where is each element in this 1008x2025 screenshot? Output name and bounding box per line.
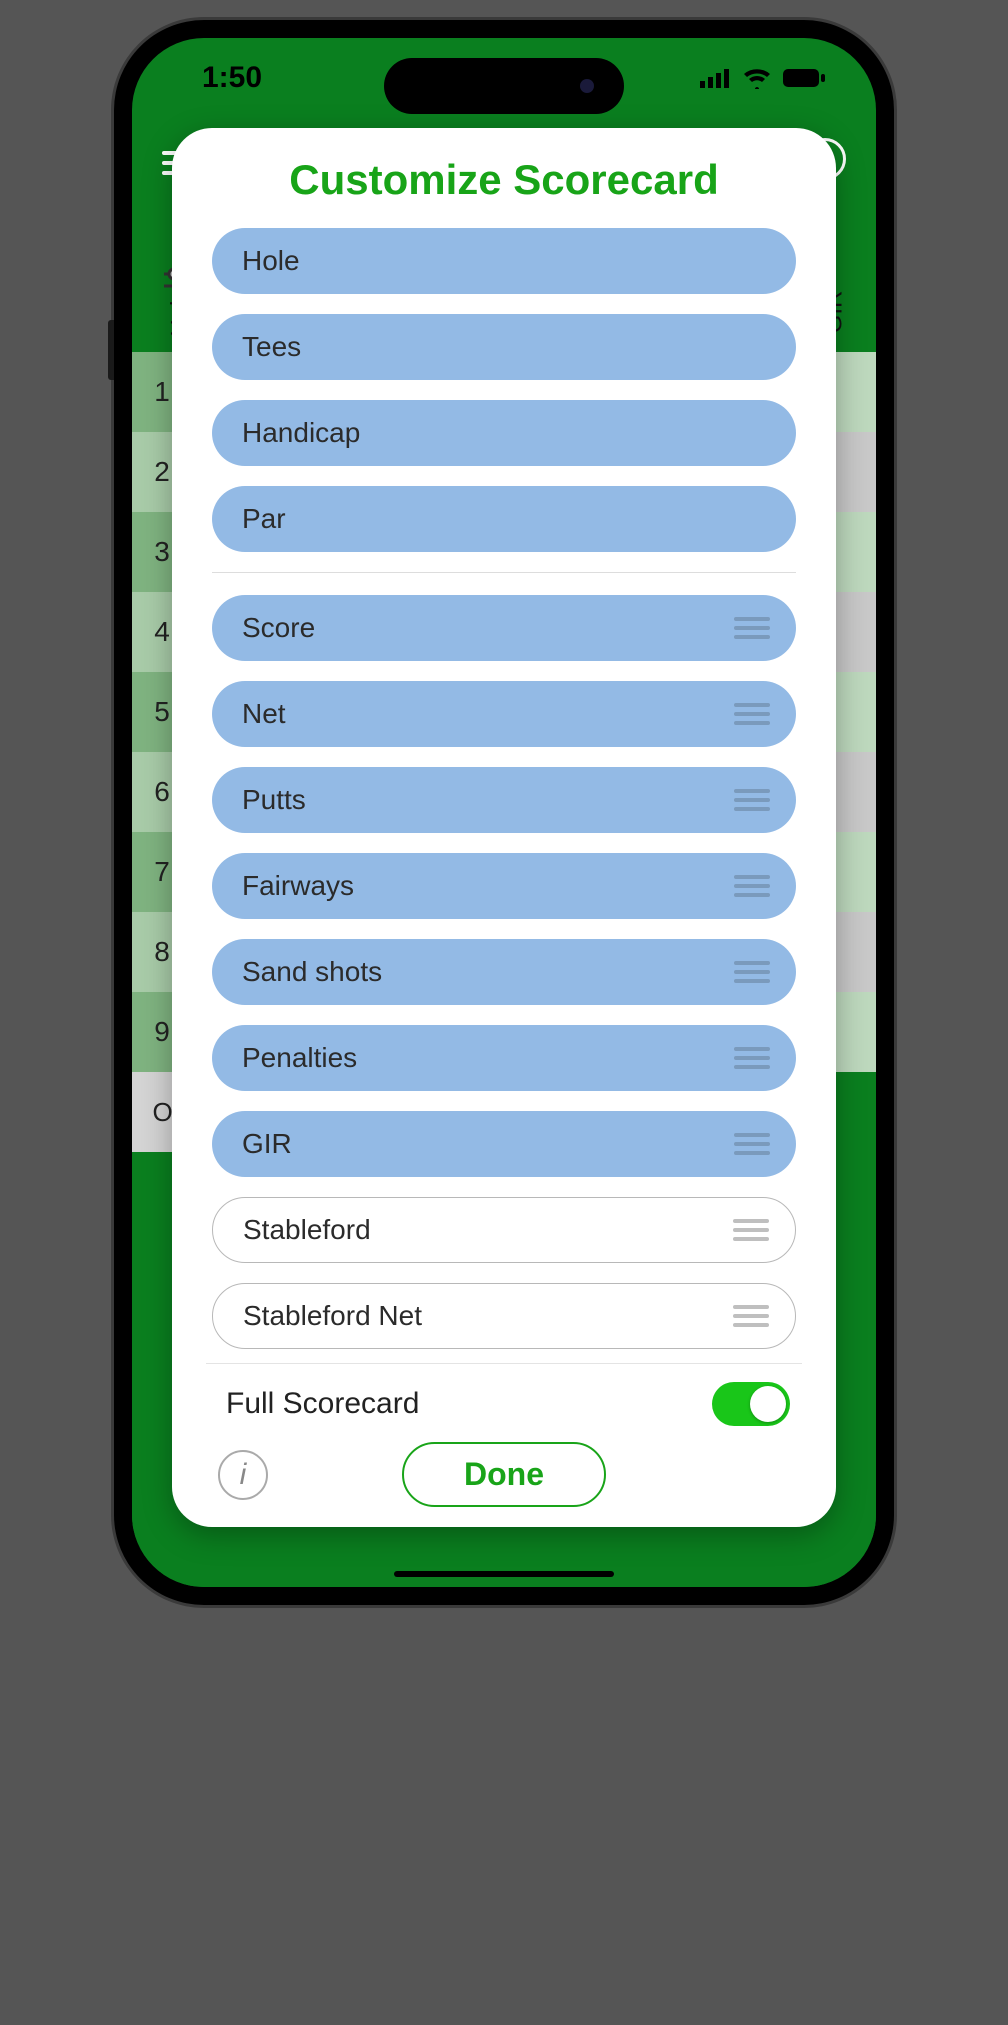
item-score[interactable]: Score	[212, 595, 796, 661]
item-label: Sand shots	[242, 956, 382, 988]
item-label: Tees	[242, 331, 301, 363]
item-label: GIR	[242, 1128, 292, 1160]
customize-scorecard-modal: Customize Scorecard Hole Tees Handicap P…	[172, 128, 836, 1527]
drag-handle-icon[interactable]	[734, 875, 770, 897]
item-putts[interactable]: Putts	[212, 767, 796, 833]
full-scorecard-toggle[interactable]	[712, 1382, 790, 1426]
item-label: Penalties	[242, 1042, 357, 1074]
item-label: Hole	[242, 245, 300, 277]
item-label: Score	[242, 612, 315, 644]
full-scorecard-label: Full Scorecard	[226, 1387, 419, 1421]
item-tees[interactable]: Tees	[212, 314, 796, 380]
item-label: Net	[242, 698, 286, 730]
done-button[interactable]: Done	[402, 1442, 606, 1507]
item-label: Handicap	[242, 417, 360, 449]
screen: 1:50 ✕ R nes	[132, 38, 876, 1587]
full-scorecard-row: Full Scorecard	[206, 1382, 802, 1442]
item-label: Stableford	[243, 1214, 371, 1246]
info-icon: i	[240, 1458, 247, 1492]
item-label: Stableford Net	[243, 1300, 422, 1332]
item-label: Fairways	[242, 870, 354, 902]
item-fairways[interactable]: Fairways	[212, 853, 796, 919]
drag-handle-icon[interactable]	[733, 1305, 769, 1327]
button-row: i Done	[206, 1442, 802, 1507]
item-par[interactable]: Par	[212, 486, 796, 552]
phone-frame: 1:50 ✕ R nes	[114, 20, 894, 1605]
modal-footer: Full Scorecard i Done	[206, 1363, 802, 1507]
drag-handle-icon[interactable]	[734, 789, 770, 811]
item-handicap[interactable]: Handicap	[212, 400, 796, 466]
item-sand-shots[interactable]: Sand shots	[212, 939, 796, 1005]
drag-handle-icon[interactable]	[734, 961, 770, 983]
items-list[interactable]: Hole Tees Handicap Par Score Net Putts F…	[206, 228, 802, 1363]
item-net[interactable]: Net	[212, 681, 796, 747]
item-hole[interactable]: Hole	[212, 228, 796, 294]
home-indicator[interactable]	[394, 1571, 614, 1577]
item-label: Par	[242, 503, 286, 535]
item-gir[interactable]: GIR	[212, 1111, 796, 1177]
item-stableford[interactable]: Stableford	[212, 1197, 796, 1263]
drag-handle-icon[interactable]	[734, 617, 770, 639]
info-button[interactable]: i	[218, 1450, 268, 1500]
drag-handle-icon[interactable]	[734, 703, 770, 725]
drag-handle-icon[interactable]	[733, 1219, 769, 1241]
divider	[212, 572, 796, 573]
item-label: Putts	[242, 784, 306, 816]
drag-handle-icon[interactable]	[734, 1047, 770, 1069]
modal-title: Customize Scorecard	[206, 156, 802, 204]
item-stableford-net[interactable]: Stableford Net	[212, 1283, 796, 1349]
item-penalties[interactable]: Penalties	[212, 1025, 796, 1091]
drag-handle-icon[interactable]	[734, 1133, 770, 1155]
dynamic-island	[384, 58, 624, 114]
